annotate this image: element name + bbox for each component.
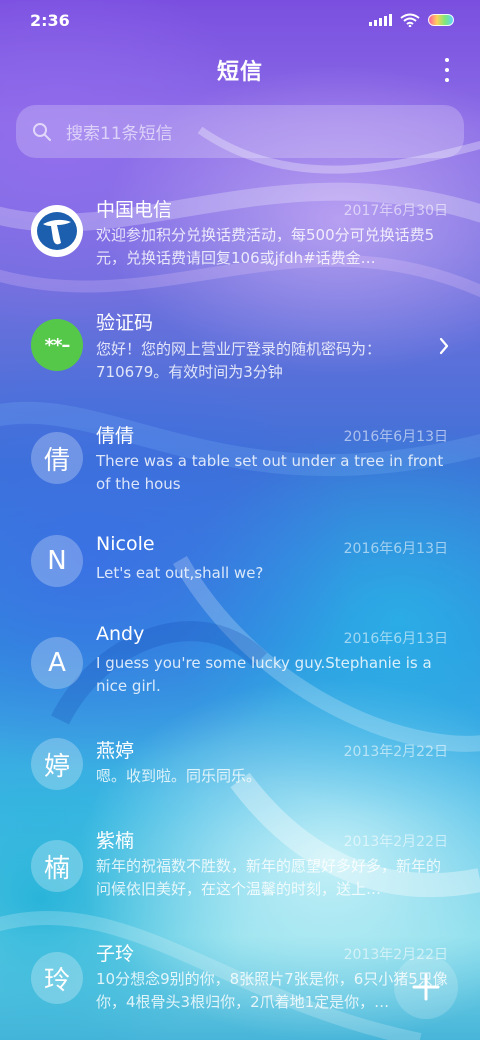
sender-name: Nicole — [96, 533, 155, 555]
conversation-item[interactable]: 婷 燕婷 2013年2月22日 嗯。收到啦。同乐同乐。 — [0, 721, 480, 811]
message-date: 2017年6月30日 — [343, 203, 448, 219]
conversation-item[interactable]: 倩 倩倩 2016年6月13日 There was a table set ou… — [0, 406, 480, 518]
conversation-item[interactable]: **– 验证码 您好！您的网上营业厅登录的随机密码为：710679。有效时间为3… — [0, 292, 480, 406]
sender-name: 验证码 — [96, 312, 154, 334]
contact-avatar: 婷 — [31, 738, 83, 790]
message-date: 2016年6月13日 — [343, 429, 448, 445]
search-input[interactable]: 搜索11条短信 — [16, 105, 464, 158]
cellular-signal-icon — [369, 14, 392, 26]
sender-name: 紫楠 — [96, 830, 135, 852]
message-preview: 您好！您的网上营业厅登录的随机密码为：710679。有效时间为3分钟 — [96, 340, 382, 381]
page-title: 短信 — [216, 60, 263, 85]
message-date: 2016年6月13日 — [343, 631, 448, 647]
sender-name: 子玲 — [96, 943, 135, 965]
message-date: 2013年2月22日 — [343, 744, 448, 760]
status-time: 2:36 — [30, 10, 70, 30]
contact-avatar: A — [31, 637, 83, 689]
sender-name: 燕婷 — [96, 740, 135, 762]
message-preview: 嗯。收到啦。同乐同乐。 — [96, 767, 262, 785]
message-preview: 新年的祝福数不胜数，新年的愿望好多好多，新年的问候依旧美好，在这个温馨的时刻，送… — [96, 857, 442, 898]
sender-name: 中国电信 — [96, 199, 173, 221]
message-date: 2016年6月13日 — [343, 541, 448, 557]
chevron-right-icon — [439, 337, 449, 355]
conversation-item[interactable]: N Nicole 2016年6月13日 Let's eat out,shall … — [0, 518, 480, 608]
contact-avatar: 玲 — [31, 952, 83, 1004]
contact-avatar: N — [31, 535, 83, 587]
message-preview: I guess you're some lucky guy.Stephanie … — [96, 654, 432, 695]
search-icon — [33, 122, 51, 141]
conversation-item[interactable]: A Andy 2016年6月13日 I guess you're some lu… — [0, 608, 480, 721]
wifi-icon — [400, 13, 420, 27]
message-preview: 欢迎参加积分兑换话费活动，每500分可兑换话费5元，兑换话费请回复106或jfd… — [96, 226, 435, 267]
app-bar: 短信 — [0, 48, 480, 92]
message-preview: There was a table set out under a tree i… — [96, 452, 444, 493]
battery-icon — [428, 14, 454, 26]
more-vertical-icon[interactable] — [440, 58, 454, 82]
status-bar: 2:36 — [0, 0, 480, 40]
china-telecom-logo-icon — [31, 205, 83, 257]
message-preview: Let's eat out,shall we? — [96, 564, 264, 582]
sender-name: Andy — [96, 623, 145, 645]
contact-avatar: 楠 — [31, 840, 83, 892]
verification-code-avatar: **– — [31, 319, 83, 371]
search-placeholder: 搜索11条短信 — [66, 124, 173, 144]
conversation-item[interactable]: 中国电信 2017年6月30日 欢迎参加积分兑换话费活动，每500分可兑换话费5… — [0, 180, 480, 292]
contact-avatar: 倩 — [31, 432, 83, 484]
message-date: 2013年2月22日 — [343, 834, 448, 850]
sender-name: 倩倩 — [96, 425, 135, 447]
conversation-item[interactable]: 楠 紫楠 2013年2月22日 新年的祝福数不胜数，新年的愿望好多好多，新年的问… — [0, 811, 480, 924]
plus-icon — [412, 973, 440, 1001]
new-message-button[interactable] — [394, 955, 458, 1019]
